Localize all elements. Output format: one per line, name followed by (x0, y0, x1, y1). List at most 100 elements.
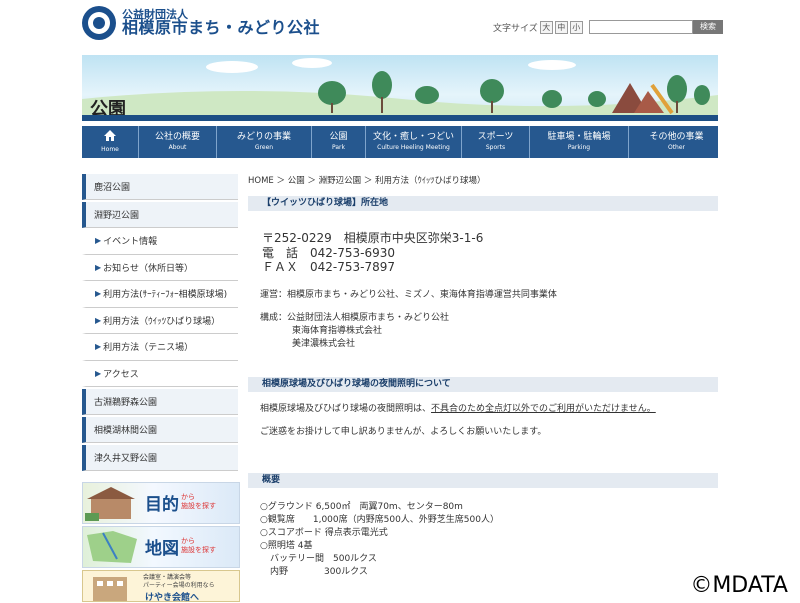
sidebar-item-kobuchi-park[interactable]: 古淵鵜野森公園 (82, 389, 238, 415)
nav-label: 公園 (329, 132, 348, 142)
sidebar-item-label: イベント情報 (103, 237, 158, 248)
sidebar-item-label: 津久井又野公園 (94, 454, 158, 464)
promo-description: 会議室・講演会等 パーティー会場の利用なら (143, 574, 215, 589)
sidebar-item-label: 利用方法（ｳｲｯﾂひばり球場） (103, 316, 221, 327)
sidebar-item-tsukui-park[interactable]: 津久井又野公園 (82, 445, 238, 471)
promo-title: 目的 (145, 495, 179, 515)
home-icon (82, 130, 138, 145)
search-box: 検索 (589, 20, 723, 34)
nav-about[interactable]: 公社の概要 About (139, 126, 217, 158)
promo-purpose-search[interactable]: 目的 から 施設を探す (82, 482, 240, 524)
watermark: ©MDATA (690, 573, 788, 598)
promo-title: 地図 (145, 539, 179, 559)
banner-divider (82, 115, 718, 121)
sidebar-item-notices[interactable]: ▶ お知らせ（休所日等） (82, 254, 238, 281)
nav-sublabel: Other (667, 144, 686, 151)
sidebar-item-kanuma-park[interactable]: 鹿沼公園 (82, 174, 238, 200)
sidebar-item-label: 鹿沼公園 (94, 183, 131, 193)
triangle-right-icon: ▶ (95, 289, 102, 299)
overview-seating: ○観覧席 1,000席（内野席500人、外野芝生席500人） (260, 514, 499, 525)
operator-info: 運営：相模原市まち・みどり公社、ミズノ、東海体育指導運営共同事業体 (260, 289, 557, 300)
overview-lights: ○照明塔 4基 (260, 540, 313, 551)
sidebar-item-label: 相模湖林間公園 (94, 426, 158, 436)
sidebar-item-label: お知らせ（休所日等） (103, 263, 193, 274)
map-icon (87, 531, 137, 563)
promo-subtitle: から 施設を探す (181, 537, 216, 554)
apology-text: ご迷惑をお掛けして申し訳ありませんが、よろしくお願いいたします。 (260, 426, 547, 437)
sidebar-item-sagamiko-park[interactable]: 相模湖林間公園 (82, 417, 238, 443)
overview-scoreboard: ○スコアボード 得点表示電光式 (260, 527, 388, 538)
org-name: 相模原市まち・みどり公社 (122, 18, 321, 38)
triangle-right-icon: ▶ (95, 236, 102, 246)
nav-sublabel: Green (254, 144, 274, 151)
nav-label: 駐車場・駐輪場 (547, 132, 611, 142)
sidebar-item-fuchinobe-park[interactable]: 淵野辺公園 (82, 202, 238, 228)
nav-label: その他の事業 (649, 132, 704, 142)
nav-sublabel: Sports (485, 144, 506, 151)
nav-label: スポーツ (477, 132, 514, 142)
lighting-notice: 相模原球場及びひばり球場の夜間照明は、不具合のため全点灯以外でのご利用がいただけ… (260, 403, 656, 414)
page-banner: 公園 (82, 55, 718, 121)
nav-sublabel: About (168, 144, 187, 151)
nav-sublabel: Home (101, 146, 119, 153)
nav-culture[interactable]: 文化・癒し・つどい Culture Heeling Meeting (366, 126, 462, 158)
section-heading-night-lighting: 相模原球場及びひばり球場の夜間照明について (248, 376, 718, 392)
members-line2: 東海体育指導株式会社 (292, 325, 383, 336)
building-icon (85, 487, 135, 521)
nav-label: 文化・癒し・つどい (372, 132, 454, 142)
nav-sublabel: Parking (567, 144, 591, 151)
breadcrumb: HOME ＞ 公園 ＞ 淵野辺公園 ＞ 利用方法（ｳｲｯﾂひばり球場） (248, 176, 486, 186)
triangle-right-icon: ▶ (95, 315, 102, 325)
nav-other[interactable]: その他の事業 Other (629, 126, 724, 158)
sidebar-item-label: 利用方法（テニス場） (103, 343, 194, 354)
font-size-medium-button[interactable]: 中 (554, 21, 568, 34)
overview-battery-lux: バッテリー間 500ルクス (270, 553, 377, 564)
nav-green[interactable]: みどりの事業 Green (217, 126, 312, 158)
nav-park[interactable]: 公園 Park (312, 126, 366, 158)
font-size-large-button[interactable]: 大 (539, 21, 553, 34)
phone-number: 電 話 042-753-6930 (262, 245, 396, 260)
promo-map-search[interactable]: 地図 から 施設を探す (82, 526, 240, 568)
site-logo[interactable]: 公益財団法人 相模原市まち・みどり公社 (82, 6, 320, 40)
triangle-right-icon: ▶ (95, 368, 102, 378)
search-input[interactable] (589, 20, 693, 34)
overview-ground: ○グラウンド 6,500㎡ 両翼70m、センター80m (260, 501, 463, 512)
main-content: HOME ＞ 公園 ＞ 淵野辺公園 ＞ 利用方法（ｳｲｯﾂひばり球場） 【ウイッ… (248, 174, 718, 579)
section-heading-location: 【ウイッツひばり球場】所在地 (248, 196, 718, 211)
nav-parking[interactable]: 駐車場・駐輪場 Parking (530, 126, 629, 158)
promo-keyaki-hall[interactable]: 会議室・講演会等 パーティー会場の利用なら けやき会館へ (82, 570, 240, 603)
postal-address: 〒252-0229 相模原市中央区弥栄3-1-6 (262, 231, 484, 245)
nav-label: 公社の概要 (154, 132, 200, 142)
nav-sports[interactable]: スポーツ Sports (462, 126, 530, 158)
sidebar-item-usage-sagamihara[interactable]: ▶ 利用方法(ｻｰﾃｨｰﾌｫｰ相模原球場) (82, 281, 238, 308)
sidebar-item-label: 利用方法(ｻｰﾃｨｰﾌｫｰ相模原球場) (103, 290, 228, 301)
sidebar-item-events[interactable]: ▶ イベント情報 (82, 228, 238, 255)
nav-home[interactable]: Home (82, 126, 139, 158)
hall-icon (93, 577, 127, 601)
triangle-right-icon: ▶ (95, 262, 102, 272)
park-illustration (82, 58, 718, 121)
logo-icon (82, 6, 116, 40)
search-button[interactable]: 検索 (693, 20, 723, 34)
nav-sublabel: Park (332, 144, 345, 151)
members-line3: 美津濃株式会社 (292, 338, 356, 349)
sidebar: 鹿沼公園 淵野辺公園 ▶ イベント情報 ▶ お知らせ（休所日等） ▶ 利用方法(ｻｰﾃ… (82, 174, 238, 471)
sidebar-item-label: アクセス (103, 369, 139, 380)
sidebar-item-label: 古淵鵜野森公園 (94, 398, 158, 408)
triangle-right-icon: ▶ (95, 342, 102, 352)
sidebar-item-label: 淵野辺公園 (94, 211, 140, 221)
font-size-control: 文字サイズ 大 中 小 (493, 21, 583, 34)
lighting-notice-highlight: 不具合のため全点灯以外でのご利用がいただけません。 (431, 403, 656, 414)
fax-number: ＦＡＸ 042-753-7897 (262, 260, 396, 274)
font-size-label: 文字サイズ (493, 24, 538, 34)
sidebar-item-usage-tennis[interactable]: ▶ 利用方法（テニス場） (82, 334, 238, 361)
nav-label: みどりの事業 (236, 132, 291, 142)
nav-sublabel: Culture Heeling Meeting (377, 144, 450, 151)
section-heading-overview: 概要 (248, 472, 718, 488)
promo-title: けやき会館へ (145, 593, 200, 603)
font-size-small-button[interactable]: 小 (569, 21, 583, 34)
promo-subtitle: から 施設を探す (181, 493, 216, 510)
sidebar-item-usage-hibari[interactable]: ▶ 利用方法（ｳｲｯﾂひばり球場） (82, 307, 238, 334)
global-nav: Home 公社の概要 About みどりの事業 Green 公園 Park 文化… (82, 126, 718, 158)
sidebar-item-access[interactable]: ▶ アクセス (82, 360, 238, 387)
